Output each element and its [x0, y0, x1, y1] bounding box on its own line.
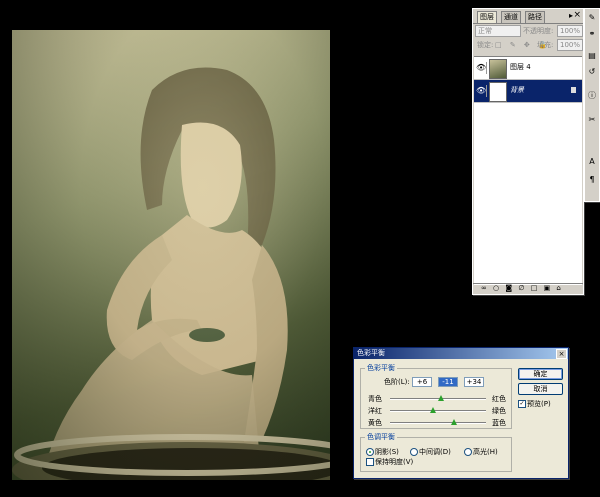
midtones-label: 中间调(D) — [419, 448, 451, 456]
close-icon[interactable]: × — [556, 349, 567, 359]
preview-checkbox[interactable]: ✓ — [518, 400, 526, 408]
midtones-radio[interactable] — [410, 448, 418, 456]
dialog-titlebar[interactable]: 色彩平衡 × — [354, 348, 568, 359]
highlights-label: 高光(H) — [473, 448, 498, 456]
slider-right-label: 红色 — [492, 395, 506, 403]
layer-thumbnail — [489, 82, 507, 102]
lock-icon — [571, 87, 576, 93]
layer-list: 👁 图层 4 👁 背景 — [474, 56, 582, 285]
info-icon[interactable]: ⓘ — [586, 89, 598, 102]
blend-mode-select[interactable]: 正常 — [475, 25, 521, 37]
level-cyan-red-input[interactable]: +6 — [412, 377, 432, 387]
layer-row-selected[interactable]: 👁 背景 — [474, 80, 582, 103]
layers-icon[interactable]: ▤ — [586, 49, 598, 62]
color-balance-group: 色彩平衡 — [360, 363, 512, 429]
opacity-input[interactable]: 100% — [557, 25, 583, 37]
eye-icon[interactable]: 👁 — [476, 62, 487, 74]
magenta-green-slider-thumb[interactable] — [429, 407, 436, 413]
layer-name: 图层 4 — [510, 63, 531, 71]
eye-icon[interactable]: 👁 — [476, 85, 487, 97]
history-icon[interactable]: ↺ — [586, 65, 598, 78]
document-canvas[interactable] — [12, 30, 330, 480]
tools-icon[interactable]: ✂ — [586, 113, 598, 126]
layers-footer-icons[interactable]: ∞ ○ ◙ ∅ □ ▣ ⌂ — [473, 283, 583, 294]
slider-left-label: 青色 — [368, 395, 382, 403]
magenta-green-track[interactable] — [390, 410, 486, 412]
paragraph-icon[interactable]: ¶ — [586, 173, 598, 186]
level-yellow-blue-input[interactable]: +34 — [464, 377, 484, 387]
dialog-title: 色彩平衡 — [357, 349, 385, 357]
layer-name: 背景 — [510, 86, 524, 94]
slider-right-label: 蓝色 — [492, 419, 506, 427]
canvas-shading — [12, 30, 330, 480]
cancel-button[interactable]: 取消 — [518, 383, 563, 395]
preserve-luminosity-label: 保持明度(V) — [375, 458, 414, 466]
levels-label: 色阶(L): — [384, 378, 410, 386]
brush-icon[interactable]: ✎ — [586, 11, 598, 24]
stamp-icon[interactable]: ⚭ — [586, 27, 598, 40]
slider-left-label: 黄色 — [368, 419, 382, 427]
tone-balance-legend: 色调平衡 — [367, 433, 395, 441]
lock-label: 锁定: — [477, 41, 494, 49]
fill-label: 填充: — [537, 41, 554, 49]
highlights-radio[interactable] — [464, 448, 472, 456]
shadows-label: 阴影(S) — [375, 448, 399, 456]
tab-layers[interactable]: 图层 — [477, 11, 497, 23]
text-icon[interactable]: A — [586, 155, 598, 168]
yellow-blue-slider-thumb[interactable] — [451, 419, 458, 425]
lock-row: 锁定: □ ✎ ✥ 🔒 填充: 100% — [475, 39, 583, 51]
layers-panel-tabs: 图层 通道 路径 ▸ × — [473, 9, 583, 24]
layer-thumbnail — [489, 59, 507, 79]
layers-panel: 图层 通道 路径 ▸ × 正常 不透明度: 100% 锁定: □ ✎ ✥ 🔒 填… — [472, 8, 584, 295]
fill-input[interactable]: 100% — [557, 39, 583, 51]
slider-left-label: 洋红 — [368, 407, 382, 415]
slider-right-label: 绿色 — [492, 407, 506, 415]
ok-button[interactable]: 确定 — [518, 368, 563, 380]
preview-label: 预览(P) — [527, 400, 551, 408]
blend-row: 正常 不透明度: 100% — [475, 25, 583, 37]
opacity-label: 不透明度: — [523, 27, 554, 35]
preserve-luminosity-checkbox[interactable] — [366, 458, 374, 466]
tab-channels[interactable]: 通道 — [501, 11, 521, 23]
yellow-blue-track[interactable] — [390, 422, 486, 424]
tab-paths[interactable]: 路径 — [525, 11, 545, 23]
cyan-red-slider-thumb[interactable] — [437, 395, 444, 401]
color-balance-legend: 色彩平衡 — [367, 364, 395, 372]
close-icon[interactable]: × — [573, 10, 581, 20]
layer-row[interactable]: 👁 图层 4 — [474, 57, 582, 80]
color-balance-dialog: 色彩平衡 × 色彩平衡 色阶(L): +6 -11 +34 青色 红色 洋红 绿… — [353, 347, 569, 479]
level-magenta-green-input[interactable]: -11 — [438, 377, 458, 387]
shadows-radio[interactable] — [366, 448, 374, 456]
palette-toolstrip: ✎ ⚭ ▤ ↺ ⓘ ✂ A ¶ — [584, 8, 600, 202]
panel-menu-icon[interactable]: ▸ — [569, 11, 573, 20]
